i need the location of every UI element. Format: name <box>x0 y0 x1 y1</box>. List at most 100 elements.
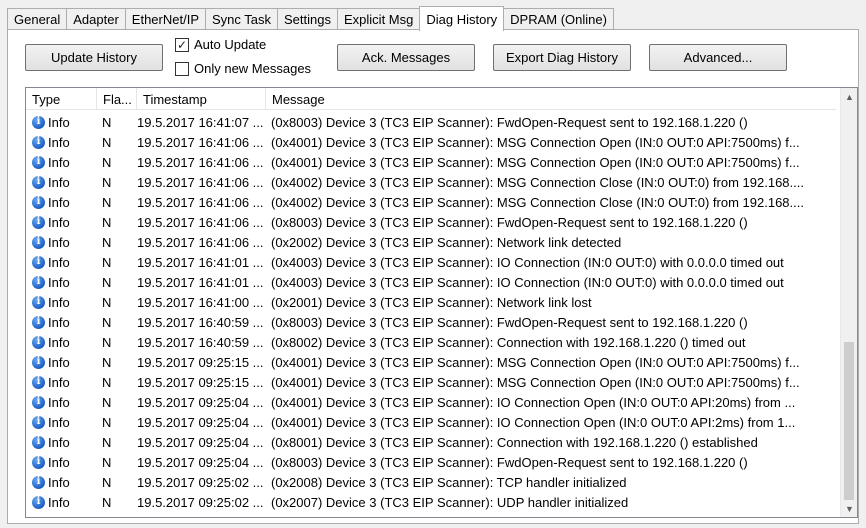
table-row[interactable]: i Info N 19.5.2017 16:41:07 ... (0x8003) Dev… <box>26 112 836 132</box>
table-row[interactable]: i Info N 19.5.2017 16:41:06 ... (0x4002) Dev… <box>26 192 836 212</box>
table-row[interactable]: i Info N 19.5.2017 16:41:06 ... (0x4001) Dev… <box>26 132 836 152</box>
checkbox-checked-icon[interactable]: ✓ <box>175 37 189 52</box>
scrollbar-thumb[interactable] <box>844 342 854 500</box>
tab-ethernet-ip[interactable]: EtherNet/IP <box>124 8 206 30</box>
table-row[interactable]: i Info N 19.5.2017 09:25:04 ... (0x4001) Dev… <box>26 392 836 412</box>
timestamp-cell: 19.5.2017 09:25:04 ... <box>137 434 264 450</box>
table-row[interactable]: i Info N 19.5.2017 16:41:06 ... (0x4001) Dev… <box>26 152 836 172</box>
type-label: Info <box>48 294 70 310</box>
column-header-message[interactable]: Message <box>266 88 836 110</box>
type-cell: i Info <box>26 475 97 490</box>
timestamp-cell: 19.5.2017 16:41:06 ... <box>137 134 264 150</box>
auto-update-label: Auto Update <box>194 37 267 52</box>
info-icon: i <box>32 375 45 389</box>
table-row[interactable]: i Info N 19.5.2017 16:40:59 ... (0x8003) Dev… <box>26 312 836 332</box>
diag-history-list[interactable]: Type Fla... Timestamp Message i Info N 19.5… <box>25 87 858 518</box>
type-label: Info <box>48 114 70 130</box>
type-label: Info <box>48 414 70 430</box>
scroll-up-arrow-icon[interactable]: ▲ <box>841 88 857 105</box>
type-label: Info <box>48 234 70 250</box>
timestamp-cell: 19.5.2017 16:40:59 ... <box>137 334 264 350</box>
table-row[interactable]: i Info N 19.5.2017 09:25:04 ... (0x8001) Dev… <box>26 432 836 452</box>
update-history-button[interactable]: Update History <box>25 44 163 71</box>
type-label: Info <box>48 254 70 270</box>
tab-settings[interactable]: Settings <box>277 8 338 30</box>
advanced-button[interactable]: Advanced... <box>649 44 787 71</box>
list-rows: i Info N 19.5.2017 16:41:07 ... (0x8003) Dev… <box>26 112 836 512</box>
auto-update-checkbox[interactable]: ✓ Auto Update <box>175 37 266 52</box>
timestamp-cell: 19.5.2017 09:25:02 ... <box>137 474 264 490</box>
type-label: Info <box>48 194 70 210</box>
column-header-flag[interactable]: Fla... <box>97 88 137 110</box>
only-new-messages-checkbox[interactable]: Only new Messages <box>175 61 311 76</box>
flag-cell: N <box>102 294 112 310</box>
flag-cell: N <box>102 334 112 350</box>
message-cell: (0x8003) Device 3 (TC3 EIP Scanner): Fwd… <box>271 114 748 130</box>
message-cell: (0x4001) Device 3 (TC3 EIP Scanner): MSG… <box>271 354 800 370</box>
flag-cell: N <box>102 134 112 150</box>
table-row[interactable]: i Info N 19.5.2017 09:25:04 ... (0x8003) Dev… <box>26 452 836 472</box>
message-cell: (0x2002) Device 3 (TC3 EIP Scanner): Net… <box>271 234 622 250</box>
tab-general[interactable]: General <box>7 8 68 30</box>
tab-diag-history[interactable]: Diag History <box>419 6 505 31</box>
info-icon: i <box>32 275 45 289</box>
table-row[interactable]: i Info N 19.5.2017 16:41:01 ... (0x4003) Dev… <box>26 252 836 272</box>
tab-adapter[interactable]: Adapter <box>66 8 126 30</box>
type-cell: i Info <box>26 395 97 410</box>
type-label: Info <box>48 494 70 510</box>
table-row[interactable]: i Info N 19.5.2017 09:25:02 ... (0x2007) Dev… <box>26 492 836 512</box>
table-row[interactable]: i Info N 19.5.2017 16:41:06 ... (0x4002) Dev… <box>26 172 836 192</box>
type-cell: i Info <box>26 495 97 510</box>
table-row[interactable]: i Info N 19.5.2017 16:41:00 ... (0x2001) Dev… <box>26 292 836 312</box>
timestamp-cell: 19.5.2017 16:41:06 ... <box>137 214 264 230</box>
table-row[interactable]: i Info N 19.5.2017 16:41:06 ... (0x2002) Dev… <box>26 232 836 252</box>
type-label: Info <box>48 214 70 230</box>
flag-cell: N <box>102 454 112 470</box>
type-label: Info <box>48 134 70 150</box>
flag-cell: N <box>102 394 112 410</box>
type-cell: i Info <box>26 355 97 370</box>
timestamp-cell: 19.5.2017 16:41:00 ... <box>137 294 264 310</box>
flag-cell: N <box>102 114 112 130</box>
scroll-down-arrow-icon[interactable]: ▼ <box>841 500 857 517</box>
type-label: Info <box>48 394 70 410</box>
message-cell: (0x8001) Device 3 (TC3 EIP Scanner): Con… <box>271 434 758 450</box>
table-row[interactable]: i Info N 19.5.2017 09:25:15 ... (0x4001) Dev… <box>26 372 836 392</box>
message-cell: (0x4001) Device 3 (TC3 EIP Scanner): MSG… <box>271 154 800 170</box>
message-cell: (0x4002) Device 3 (TC3 EIP Scanner): MSG… <box>271 174 804 190</box>
table-row[interactable]: i Info N 19.5.2017 16:40:59 ... (0x8002) Dev… <box>26 332 836 352</box>
info-icon: i <box>32 195 45 209</box>
timestamp-cell: 19.5.2017 16:41:06 ... <box>137 234 264 250</box>
tab-sync-task[interactable]: Sync Task <box>205 8 279 30</box>
flag-cell: N <box>102 214 112 230</box>
info-icon: i <box>32 115 45 129</box>
table-row[interactable]: i Info N 19.5.2017 16:41:06 ... (0x8003) Dev… <box>26 212 836 232</box>
table-row[interactable]: i Info N 19.5.2017 09:25:02 ... (0x2008) Dev… <box>26 472 836 492</box>
type-cell: i Info <box>26 195 97 210</box>
column-header-type[interactable]: Type <box>26 88 97 110</box>
info-icon: i <box>32 155 45 169</box>
table-row[interactable]: i Info N 19.5.2017 09:25:04 ... (0x4001) Dev… <box>26 412 836 432</box>
column-header-timestamp[interactable]: Timestamp <box>137 88 266 110</box>
message-cell: (0x2008) Device 3 (TC3 EIP Scanner): TCP… <box>271 474 627 490</box>
timestamp-cell: 19.5.2017 16:41:07 ... <box>137 114 264 130</box>
tab-explicit-msg[interactable]: Explicit Msg <box>337 8 421 30</box>
table-row[interactable]: i Info N 19.5.2017 16:41:01 ... (0x4003) Dev… <box>26 272 836 292</box>
ack-messages-button[interactable]: Ack. Messages <box>337 44 475 71</box>
type-label: Info <box>48 354 70 370</box>
message-cell: (0x8003) Device 3 (TC3 EIP Scanner): Fwd… <box>271 454 748 470</box>
vertical-scrollbar[interactable]: ▲ ▼ <box>840 88 857 517</box>
checkbox-unchecked-icon[interactable] <box>175 61 189 76</box>
type-cell: i Info <box>26 315 97 330</box>
export-diag-history-button[interactable]: Export Diag History <box>493 44 631 71</box>
tab-dpram-online[interactable]: DPRAM (Online) <box>503 8 614 30</box>
timestamp-cell: 19.5.2017 09:25:04 ... <box>137 414 264 430</box>
timestamp-cell: 19.5.2017 16:41:06 ... <box>137 154 264 170</box>
table-row[interactable]: i Info N 19.5.2017 09:25:15 ... (0x4001) Dev… <box>26 352 836 372</box>
info-icon: i <box>32 295 45 309</box>
type-label: Info <box>48 474 70 490</box>
timestamp-cell: 19.5.2017 16:41:01 ... <box>137 254 264 270</box>
flag-cell: N <box>102 354 112 370</box>
type-cell: i Info <box>26 295 97 310</box>
message-cell: (0x4001) Device 3 (TC3 EIP Scanner): MSG… <box>271 374 800 390</box>
